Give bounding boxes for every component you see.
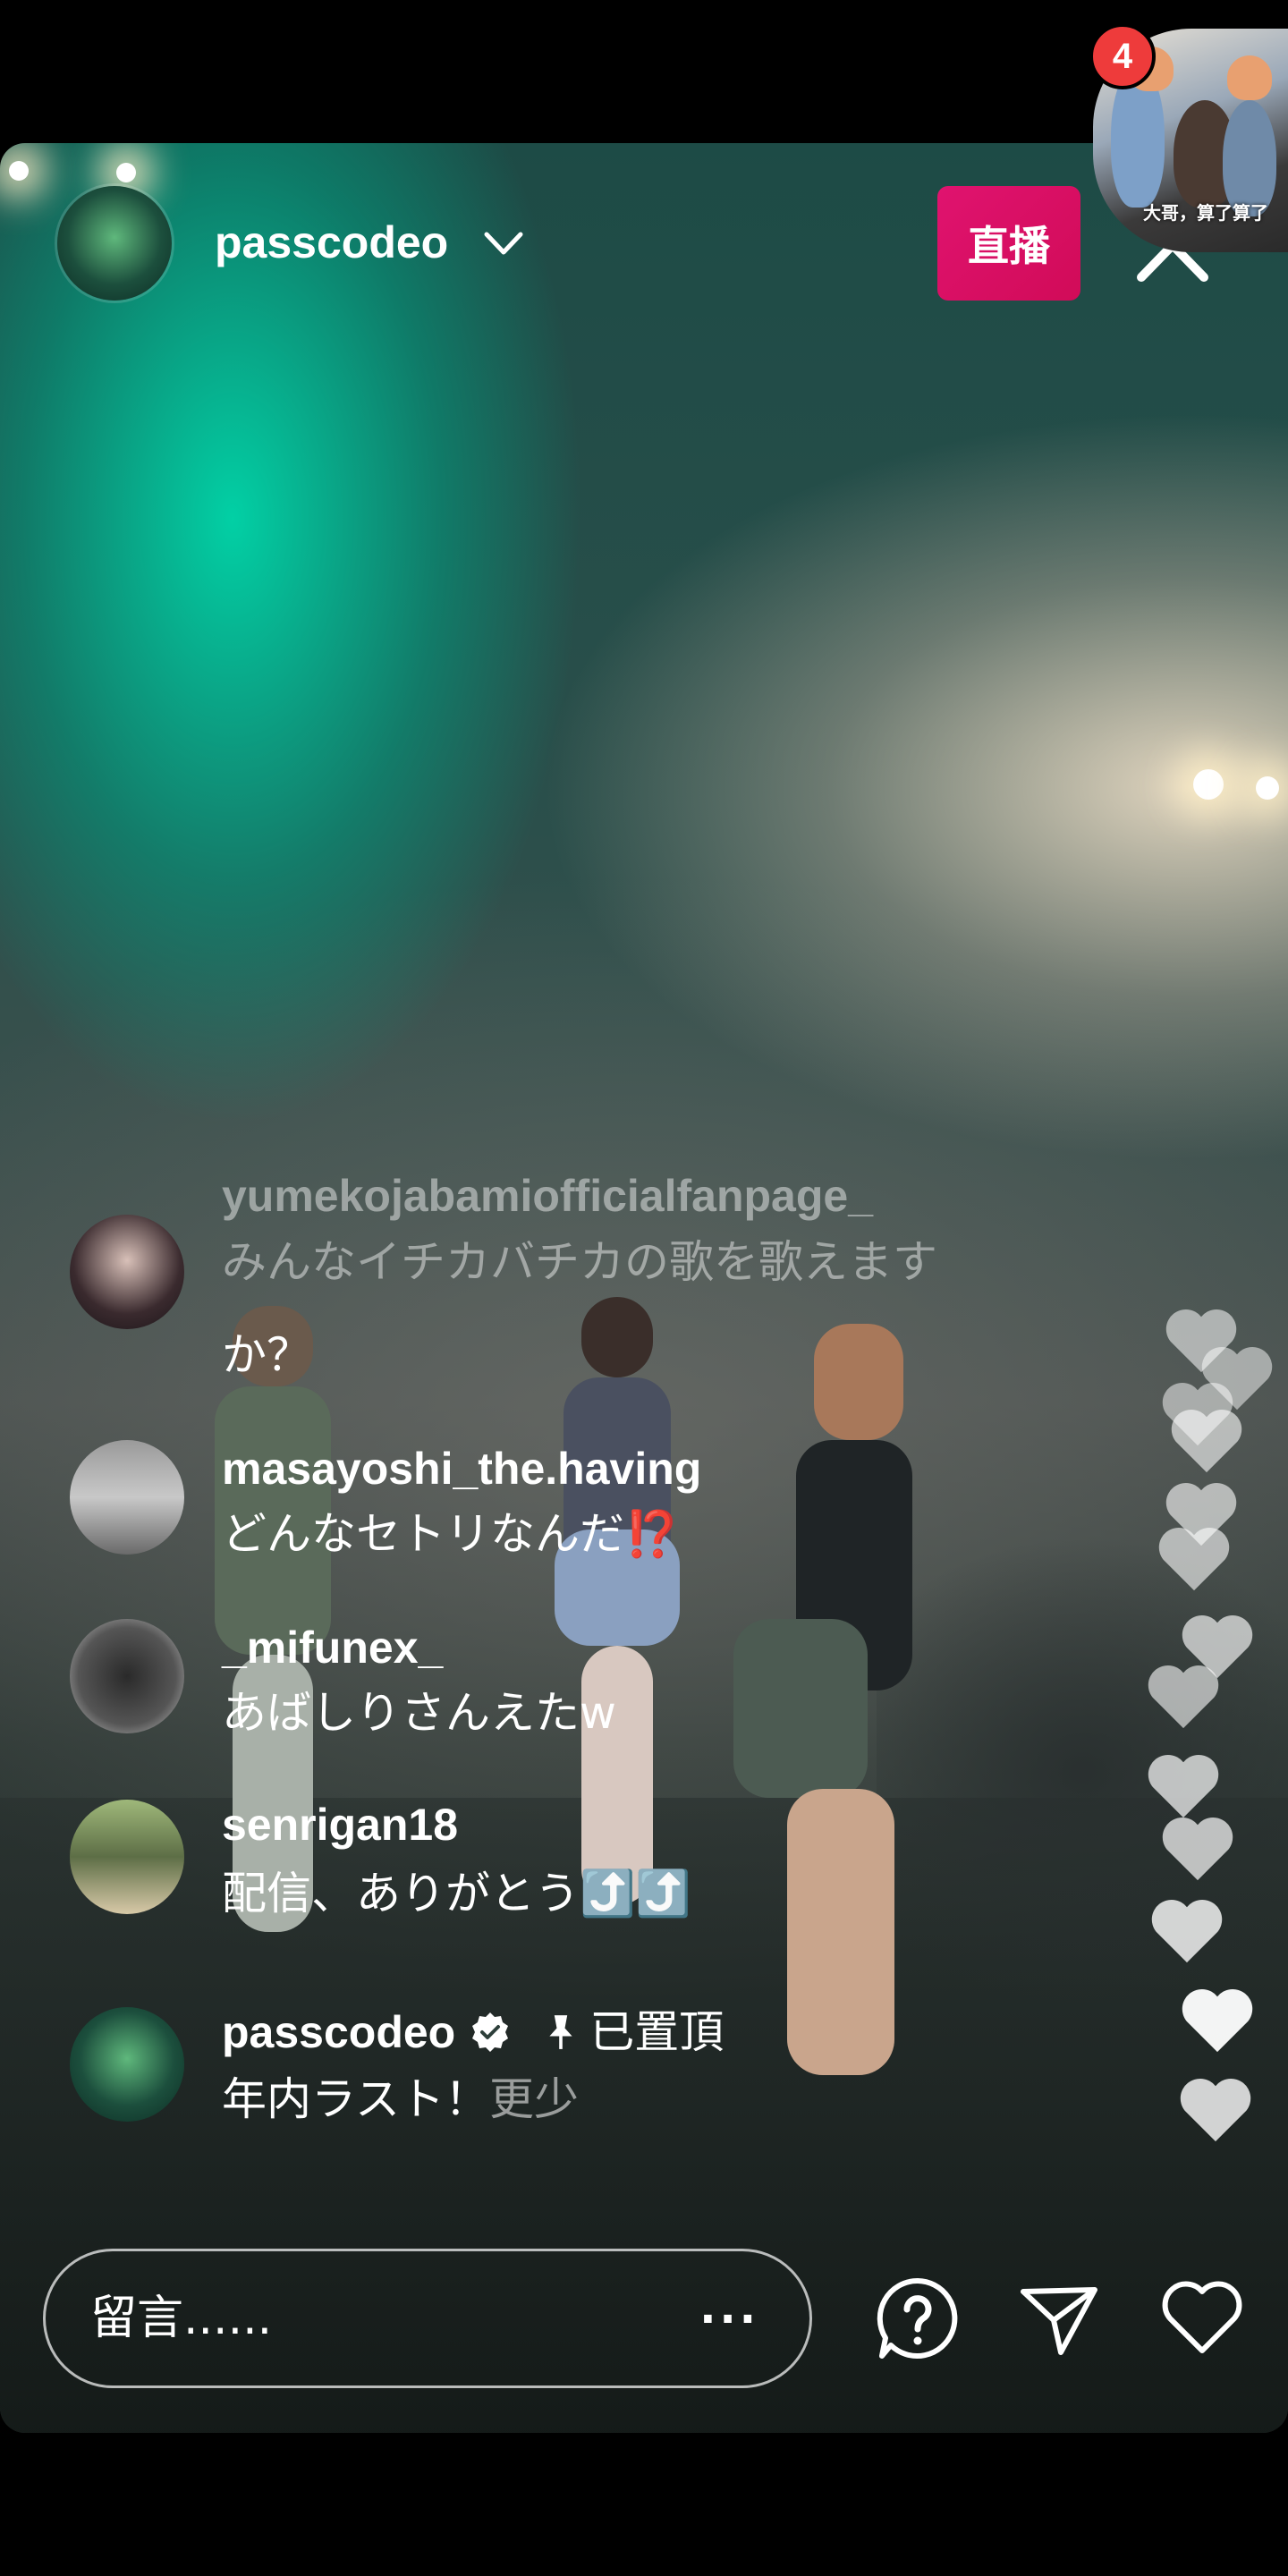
commenter-avatar[interactable] (70, 1440, 184, 1555)
pinned-label-row: 已置頂 (545, 2006, 724, 2058)
comment-username[interactable]: masayoshi_the.having (222, 1440, 701, 1497)
comment-username[interactable]: _mifunex_ (222, 1619, 443, 1676)
floating-heart-icon (1158, 1527, 1230, 1591)
floating-heart-icon (1182, 1988, 1253, 2053)
comment-text: 年内ラスト！ (222, 2073, 489, 2125)
pip-caption: 大哥，算了算了 (1143, 202, 1268, 224)
pin-icon (549, 2015, 572, 2049)
performer-singer (716, 1324, 939, 2075)
comment-text-row: 年内ラスト！更少 (222, 2068, 579, 2131)
stage-light (1256, 776, 1279, 800)
comment-text: か？ (222, 1329, 311, 1381)
comment-username[interactable]: senrigan18 (222, 1796, 458, 1853)
comment-username-row: passcodeo 已置頂 (222, 2004, 724, 2061)
broadcaster-avatar[interactable] (57, 186, 172, 301)
floating-heart-icon (1180, 2078, 1251, 2142)
floating-heart-icon (1171, 1409, 1242, 1473)
comment-input[interactable]: 留言...... ··· (43, 2249, 812, 2388)
stage-light (116, 163, 136, 182)
comment-username[interactable]: passcodeo (222, 2007, 455, 2057)
comment-text: どんなセトリなんだ⁉️ (222, 1508, 681, 1560)
commenter-avatar[interactable] (70, 1800, 184, 1914)
floating-heart-icon (1148, 1754, 1219, 1818)
commenter-avatar[interactable] (70, 1215, 184, 1329)
performer (546, 1297, 689, 1905)
floating-heart-icon (1162, 1817, 1233, 1881)
paper-plane-icon[interactable] (1014, 2274, 1104, 2363)
question-icon[interactable] (873, 2274, 962, 2363)
pinned-label: 已置頂 (589, 2006, 724, 2058)
comment-placeholder: 留言...... (90, 2292, 273, 2345)
commenter-avatar[interactable] (70, 1619, 184, 1733)
comment-text: 配信、ありがとう⤴️⤴️ (222, 1868, 691, 1919)
comment-text: あばしりさんえたw (222, 1687, 616, 1739)
comment-text: みんなイチカバチカの歌を歌えます (222, 1236, 937, 1288)
notification-badge: 4 (1089, 23, 1156, 89)
floating-heart-icon (1148, 1665, 1219, 1729)
chevron-down-icon[interactable] (481, 225, 526, 261)
comment-username[interactable]: yumekojabamiofficialfanpage_ (222, 1167, 873, 1224)
stage-light (9, 161, 29, 181)
heart-icon[interactable] (1157, 2274, 1247, 2363)
more-options-button[interactable]: ··· (699, 2294, 759, 2344)
verified-badge-icon (472, 2012, 509, 2052)
live-button[interactable]: 直播 (937, 186, 1080, 301)
commenter-avatar[interactable] (70, 2007, 184, 2122)
broadcaster-username[interactable]: passcodeo (215, 211, 448, 274)
floating-heart-icon (1151, 1899, 1223, 1963)
stage-light (1193, 769, 1224, 800)
show-less-link[interactable]: 更少 (489, 2073, 579, 2125)
